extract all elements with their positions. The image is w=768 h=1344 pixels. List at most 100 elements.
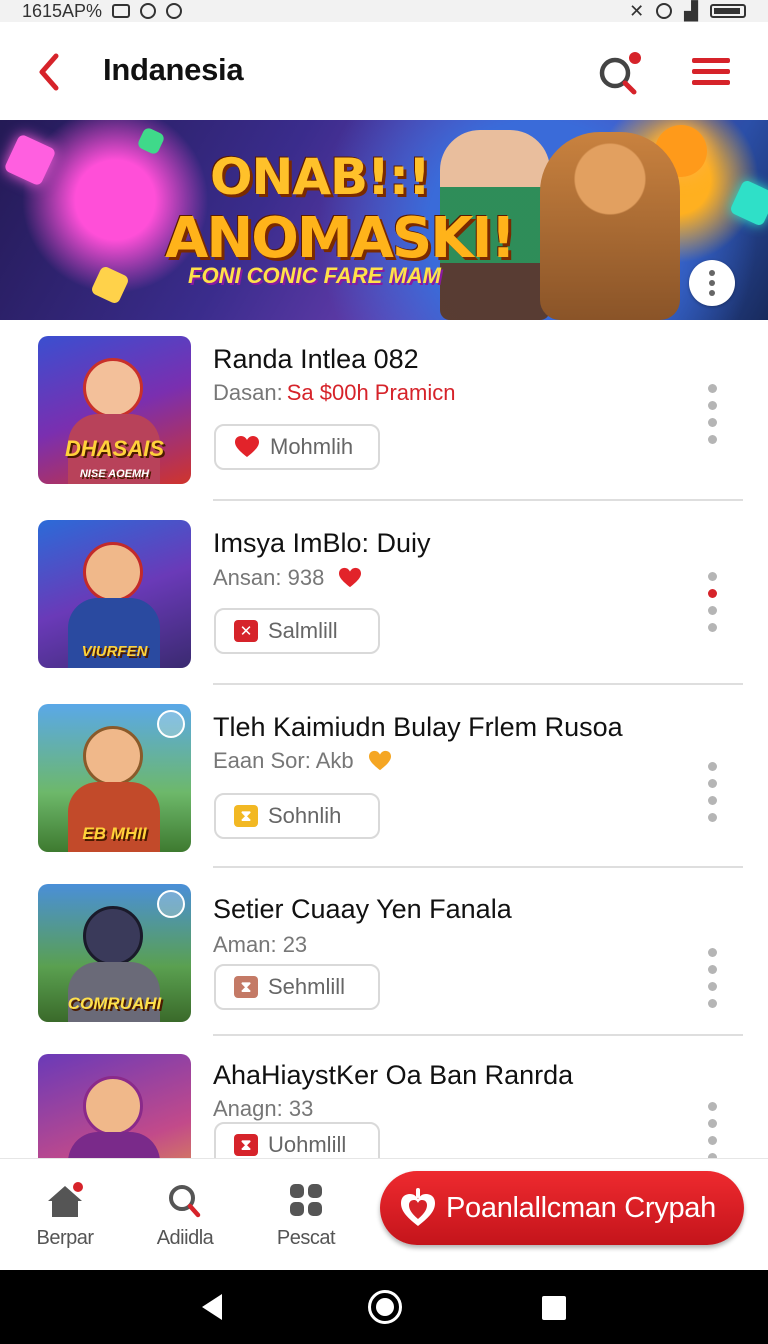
- game-title[interactable]: Tleh Kaimiudn Bulay Frlem Rusoa: [213, 712, 623, 743]
- character-art: [83, 1076, 143, 1136]
- home-circle-icon[interactable]: [368, 1290, 402, 1324]
- install-button[interactable]: ✕ Salmlill: [214, 608, 380, 654]
- battery-icon: [710, 4, 746, 18]
- character-art: [68, 1132, 160, 1158]
- more-vertical-icon: [709, 270, 715, 276]
- thumbnail-caption: NISE AOEMH: [79, 468, 150, 480]
- divider: [213, 499, 743, 501]
- nav-label: Adiidla: [156, 1227, 214, 1249]
- selection-circle-icon[interactable]: [157, 890, 185, 918]
- game-thumbnail[interactable]: COMRUAHI: [38, 884, 191, 1022]
- game-subtitle: Ansan: 938: [213, 565, 362, 591]
- divider: [213, 1034, 743, 1036]
- notification-icon: [112, 4, 131, 18]
- install-button[interactable]: ⧗ Uohmlill: [214, 1122, 380, 1158]
- heart-badge-icon: [401, 1188, 435, 1226]
- install-button-label: Mohmlih: [270, 434, 354, 459]
- hourglass-icon: ⧗: [234, 976, 258, 998]
- game-thumbnail[interactable]: VIURFEN: [38, 520, 191, 668]
- gem-decoration: [729, 179, 768, 227]
- more-vertical-icon: [707, 1102, 717, 1111]
- nav-label: Berpar: [36, 1227, 94, 1249]
- row-more-button[interactable]: [704, 948, 720, 1008]
- more-dot: [707, 623, 717, 632]
- thumbnail-label: DHASAIS: [64, 436, 164, 461]
- nav-item-home[interactable]: Berpar: [10, 1181, 120, 1250]
- nav-label: Pescat: [276, 1227, 336, 1249]
- row-more-button[interactable]: [704, 762, 720, 822]
- game-thumbnail[interactable]: DHASAIS NISE AOEMH: [38, 336, 191, 484]
- row-more-button[interactable]: [704, 1102, 720, 1158]
- more-dot: [707, 813, 717, 822]
- home-icon: [48, 1182, 83, 1217]
- install-button-label: Sehmlill: [268, 974, 346, 999]
- promo-banner[interactable]: ONAB!:! ANOMASKI! FONI CONIC FARE MAM: [0, 120, 768, 320]
- heart-icon: [235, 436, 259, 457]
- status-bar: 1615AP% ✕ ▟: [0, 0, 768, 22]
- divider: [213, 683, 743, 685]
- nav-item-search[interactable]: Adiidla: [130, 1181, 240, 1250]
- app-notification-icon: [166, 3, 183, 19]
- sync-icon: [140, 3, 157, 19]
- install-button[interactable]: ⧗ Sohnlih: [214, 793, 380, 839]
- status-left: 1615AP%: [22, 1, 183, 22]
- game-title[interactable]: Randa Intlea 082: [213, 344, 419, 375]
- cta-button[interactable]: Poanlallcman Crypah: [380, 1171, 744, 1245]
- game-thumbnail[interactable]: [38, 1054, 191, 1158]
- game-thumbnail[interactable]: EB MHII: [38, 704, 191, 852]
- subtitle-prefix: Aman: 23: [213, 932, 308, 957]
- recent-apps-square-icon[interactable]: [542, 1296, 566, 1320]
- more-dot: [709, 290, 715, 296]
- more-dot: [707, 418, 717, 427]
- install-button[interactable]: Mohmlih: [214, 424, 380, 470]
- subtitle-highlight: Sa $00h Pramicn: [286, 380, 456, 405]
- back-triangle-icon[interactable]: [200, 1292, 224, 1322]
- game-title[interactable]: AhaHiaystKer Oa Ban Ranrda: [213, 1060, 573, 1091]
- more-vertical-icon: [707, 384, 717, 393]
- more-dot: [707, 435, 717, 444]
- back-button[interactable]: [30, 50, 70, 94]
- more-dot: [707, 779, 717, 788]
- character-art: [83, 906, 143, 966]
- chevron-left-icon: [39, 53, 59, 91]
- game-subtitle: Dasan: Sa $00h Pramicn: [213, 380, 455, 406]
- hamburger-menu-icon: [692, 58, 730, 85]
- character-art: [83, 542, 143, 602]
- signal-icon: ▟: [684, 0, 698, 21]
- game-title[interactable]: Setier Cuaay Yen Fanala: [213, 894, 512, 925]
- subtitle-prefix: Dasan:: [213, 380, 283, 405]
- gem-decoration: [3, 133, 57, 187]
- banner-title-line-2: ANOMASKI!: [165, 206, 516, 271]
- more-dot: [707, 1119, 717, 1128]
- orange-heart-icon: [368, 750, 391, 771]
- install-button-label: Sohnlih: [268, 803, 342, 828]
- banner-beast-character: [540, 132, 680, 320]
- more-dot: [707, 796, 717, 805]
- nav-item-categories[interactable]: Pescat: [251, 1181, 361, 1250]
- install-button[interactable]: ⧗ Sehmlill: [214, 964, 380, 1010]
- row-more-button[interactable]: [704, 384, 720, 444]
- more-dot: [707, 1136, 717, 1145]
- hourglass-icon: ⧗: [234, 805, 258, 827]
- subtitle-prefix: Eaan Sor: Akb: [213, 748, 354, 773]
- character-art: [83, 358, 143, 418]
- selection-circle-icon[interactable]: [157, 710, 185, 738]
- grid-icon: [290, 1184, 322, 1216]
- install-button-label: Uohmlill: [268, 1132, 347, 1157]
- thumbnail-label: EB MHII: [82, 824, 147, 843]
- thumbnail-label: VIURFEN: [81, 643, 148, 660]
- subtitle-prefix: Ansan: 938: [213, 565, 325, 590]
- more-dot: [707, 401, 717, 410]
- menu-button[interactable]: [690, 54, 732, 90]
- heart-icon: [339, 567, 362, 588]
- row-more-button[interactable]: [704, 572, 720, 632]
- banner-subtitle: FONI CONIC FARE MAM: [188, 263, 441, 288]
- search-button[interactable]: [596, 50, 644, 98]
- search-icon: [169, 1185, 201, 1218]
- game-title[interactable]: Imsya ImBlo: Duiy: [213, 528, 431, 559]
- gem-decoration: [136, 126, 166, 156]
- thumbnail-label: COMRUAHI: [67, 994, 162, 1013]
- divider: [213, 866, 743, 868]
- more-vertical-icon: [707, 762, 717, 771]
- banner-more-button[interactable]: [689, 260, 735, 306]
